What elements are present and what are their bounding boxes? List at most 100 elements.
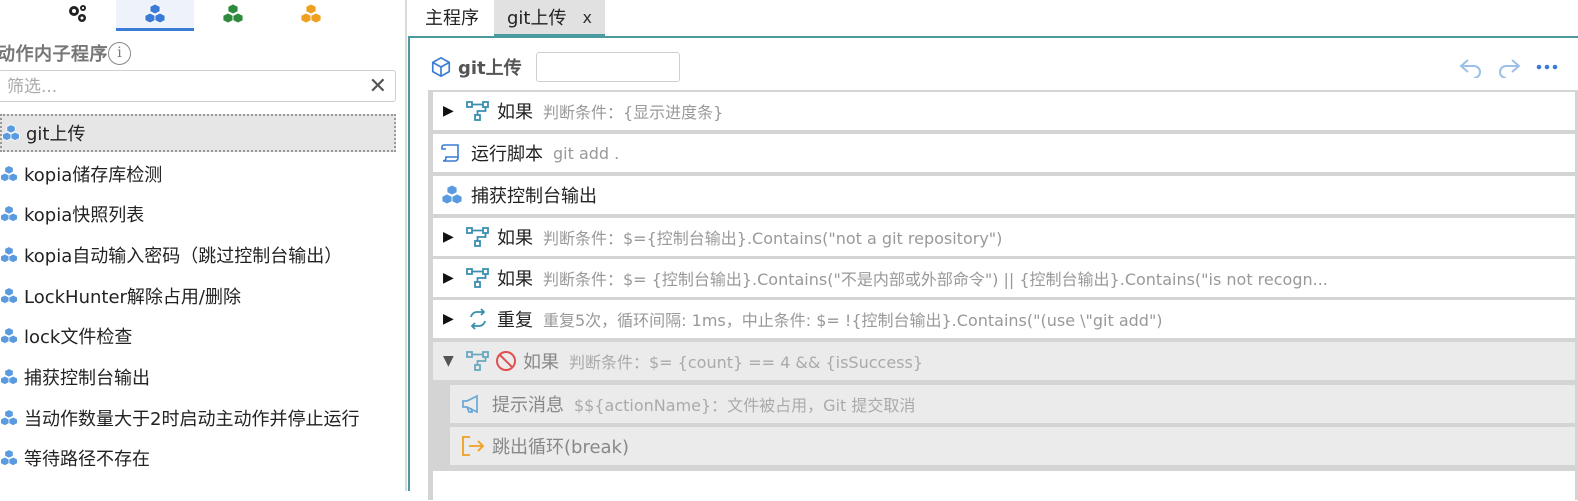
list-item-label: git上传 [26, 124, 86, 145]
step-description: 判断条件：$={控制台输出}.Contains("not a git repos… [543, 229, 1003, 248]
exit-icon [462, 436, 485, 456]
loop-icon [470, 308, 486, 330]
expand-arrow-icon[interactable]: ▶ [443, 311, 459, 327]
cubes-icon [0, 409, 18, 426]
list-item[interactable]: 捕获控制台输出 [0, 358, 396, 396]
step-row[interactable]: ▶ 重复 重复5次，循环间隔: 1ms，中止条件: $= !{控制台输出}.Co… [433, 300, 1575, 338]
list-item[interactable]: lock文件检查 [0, 317, 396, 355]
filter-box: ✕ [0, 70, 396, 102]
list-item-label: LockHunter解除占用/删除 [24, 287, 241, 308]
editor-title: git上传 [458, 58, 522, 79]
editor-area: 主程序 git上传 x git上传 ▶ 如果 判断条件：{显示进度条} 运行脚本… [408, 0, 1578, 501]
list-item[interactable]: 等待路径不存在 [0, 439, 396, 477]
undo-icon[interactable] [1458, 56, 1484, 78]
gears-icon [69, 5, 86, 22]
step-description: 判断条件：$= {count} == 4 && {isSuccess} [569, 353, 924, 372]
tab-label: git上传 [507, 8, 567, 29]
step-row-disabled[interactable]: ▼ 如果 判断条件：$= {count} == 4 && {isSuccess} [433, 342, 1575, 380]
step-name: 如果 [497, 228, 533, 249]
step-name: 如果 [523, 352, 559, 373]
list-item-label: 捕获控制台输出 [24, 368, 150, 389]
step-description: git add . [553, 143, 620, 163]
list-item-label: 等待路径不存在 [24, 449, 150, 470]
section-title: 动作内子程序 [0, 44, 108, 65]
step-name: 跳出循环(break) [492, 437, 630, 458]
cubes-blue-icon [144, 3, 166, 24]
branch-icon [466, 268, 489, 288]
step-row[interactable]: ▶ 如果 判断条件：{显示进度条} [433, 92, 1575, 130]
step-description: 判断条件：$= {控制台输出}.Contains("不是内部或外部命令") ||… [543, 270, 1328, 289]
list-item[interactable]: kopia快照列表 [0, 195, 396, 233]
tab-git-upload[interactable]: git上传 x [494, 0, 605, 37]
script-icon [441, 144, 459, 162]
icon-tab-bar [0, 0, 400, 31]
list-item-label: kopia自动输入密码（跳过控制台输出） [24, 246, 343, 267]
cubes-orange-icon [300, 3, 322, 24]
cubes-icon [441, 184, 463, 205]
tab-green-modules[interactable] [194, 0, 272, 28]
panel-splitter[interactable] [405, 0, 407, 491]
cubes-icon [2, 124, 20, 141]
editor-header: git上传 [430, 50, 680, 84]
step-list: ▶ 如果 判断条件：{显示进度条} 运行脚本 git add . 捕获控制台输出… [428, 90, 1578, 501]
redo-icon[interactable] [1496, 56, 1522, 78]
list-item-label: kopia快照列表 [24, 205, 145, 226]
cubes-green-icon [222, 3, 244, 24]
step-row[interactable]: ▶ 如果 判断条件：$= {控制台输出}.Contains("不是内部或外部命令… [433, 259, 1575, 297]
cubes-icon [0, 327, 18, 344]
branch-icon [466, 351, 489, 371]
list-item[interactable]: LockHunter解除占用/删除 [0, 277, 396, 315]
step-name: 捕获控制台输出 [471, 186, 597, 207]
step-description: 判断条件：{显示进度条} [543, 103, 724, 122]
tab-subroutines[interactable] [116, 0, 194, 31]
branch-icon [466, 227, 489, 247]
left-panel: 动作内子程序 i ✕ git上传 kopia储存库检测 kopia快照列表 ko… [0, 0, 400, 491]
step-row[interactable] [433, 471, 1575, 501]
close-tab-icon[interactable]: x [582, 8, 591, 27]
step-row[interactable]: 捕获控制台输出 [433, 176, 1575, 214]
expand-arrow-icon[interactable]: ▶ [443, 103, 459, 119]
clear-icon[interactable]: ✕ [369, 74, 387, 99]
branch-icon [466, 101, 489, 121]
expand-arrow-icon[interactable]: ▶ [443, 270, 459, 286]
step-description: $${actionName}：文件被占用，Git 提交取消 [574, 396, 916, 415]
list-item-label: kopia储存库检测 [24, 165, 163, 186]
step-name: 提示消息 [492, 395, 564, 416]
editor-panel: git上传 ▶ 如果 判断条件：{显示进度条} 运行脚本 git add . 捕… [408, 36, 1578, 501]
disabled-icon [496, 351, 516, 371]
tab-label: 主程序 [425, 8, 479, 29]
step-name: 如果 [497, 269, 533, 290]
cubes-icon [0, 449, 18, 466]
cubes-icon [0, 165, 18, 182]
subroutine-name-input[interactable] [535, 52, 680, 82]
list-item[interactable]: git上传 [0, 114, 396, 152]
list-item[interactable]: kopia自动输入密码（跳过控制台输出） [0, 236, 396, 274]
tab-main-program[interactable]: 主程序 [412, 0, 492, 34]
step-name: 重复 [497, 310, 533, 331]
list-item[interactable]: kopia储存库检测 [0, 155, 396, 193]
list-item[interactable]: 当动作数量大于2时启动主动作并停止运行 [0, 399, 396, 437]
step-name: 如果 [497, 102, 533, 123]
step-row[interactable]: ▶ 如果 判断条件：$={控制台输出}.Contains("not a git … [433, 218, 1575, 256]
tab-gears[interactable] [38, 0, 116, 28]
cubes-icon [0, 246, 18, 263]
tab-orange-modules[interactable] [272, 0, 350, 28]
expand-arrow-icon[interactable]: ▶ [443, 229, 459, 245]
step-row[interactable]: 运行脚本 git add . [433, 134, 1575, 172]
list-item-label: 当动作数量大于2时启动主动作并停止运行 [24, 409, 360, 430]
more-options-icon[interactable] [1534, 56, 1560, 78]
document-tabs: 主程序 git上传 x [408, 0, 1578, 37]
list-item-label: lock文件检查 [24, 327, 133, 348]
cubes-icon [0, 368, 18, 385]
step-row-nested[interactable]: 跳出循环(break) [450, 427, 1575, 465]
step-row-nested[interactable]: 提示消息 $${actionName}：文件被占用，Git 提交取消 [450, 385, 1575, 423]
step-description: 重复5次，循环间隔: 1ms，中止条件: $= !{控制台输出}.Contain… [543, 311, 1163, 330]
cube-outline-icon [431, 56, 451, 78]
editor-toolbar [1458, 56, 1560, 78]
filter-input[interactable] [5, 75, 369, 99]
megaphone-icon [462, 394, 478, 414]
info-icon[interactable]: i [108, 42, 131, 65]
step-name: 运行脚本 [471, 144, 543, 165]
cubes-icon [0, 205, 18, 222]
collapse-arrow-icon[interactable]: ▼ [443, 353, 459, 369]
